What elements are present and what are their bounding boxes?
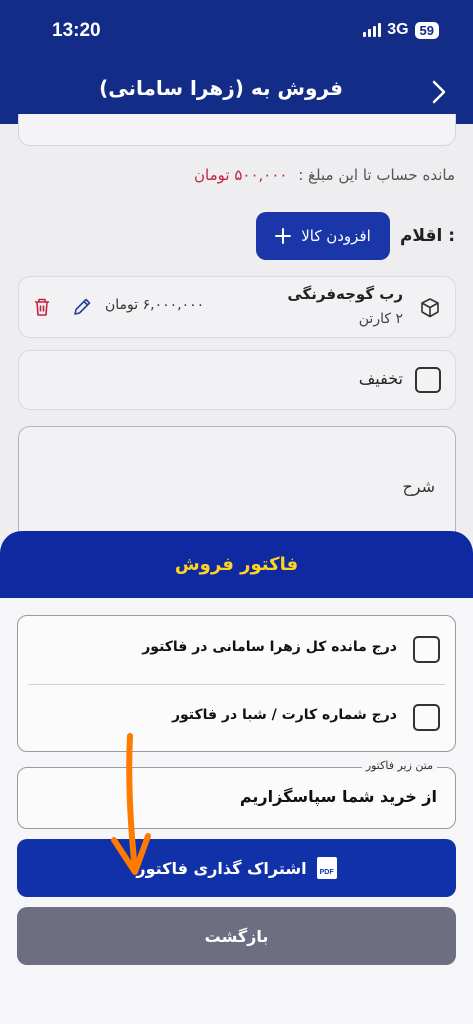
- invoice-options: درج مانده کل زهرا سامانی در فاکتور درج ش…: [17, 615, 456, 752]
- option-label: درج شماره کارت / شبا در فاکتور: [171, 707, 397, 723]
- page-title: فروش به (زهرا سامانی): [99, 76, 343, 100]
- discount-label: تخفیف: [358, 369, 403, 388]
- plus-icon: [275, 228, 292, 244]
- footer-text-field[interactable]: متن زیر فاکتور از خرید شما سپاسگزاریم: [17, 759, 456, 829]
- chevron-right-icon: [432, 80, 446, 104]
- signal-icon: [363, 23, 382, 37]
- share-invoice-button[interactable]: PDF اشتراک گذاری فاکتور: [17, 839, 456, 897]
- pdf-icon: PDF: [316, 857, 337, 879]
- product-quantity: ۲ کارتن: [358, 311, 403, 327]
- footer-text-value: از خرید شما سپاسگزاریم: [239, 787, 437, 806]
- return-label: بازگشت: [204, 926, 269, 946]
- box-icon: [421, 298, 439, 318]
- top-app-bar: 13:20 3G 59 فروش به (زهرا سامانی): [0, 0, 473, 124]
- option-include-balance[interactable]: درج مانده کل زهرا سامانی در فاکتور: [18, 616, 455, 684]
- pencil-icon[interactable]: [71, 296, 93, 318]
- return-button[interactable]: بازگشت: [17, 907, 456, 965]
- sheet-title: فاکتور فروش: [174, 554, 299, 575]
- remaining-label: مانده حساب تا این مبلغ :: [298, 166, 455, 184]
- battery-icon: 59: [414, 21, 439, 39]
- product-row[interactable]: رب گوجه‌فرنگی ۲ کارتن ۶,۰۰۰,۰۰۰ تومان: [18, 276, 456, 338]
- description-label: شرح: [402, 477, 435, 496]
- trash-icon[interactable]: [31, 296, 53, 318]
- customer-field[interactable]: [18, 114, 456, 146]
- screen: 13:20 3G 59 فروش به (زهرا سامانی) مانده …: [0, 0, 473, 1024]
- add-item-button[interactable]: افزودن کالا: [256, 212, 390, 260]
- remaining-amount: ۵۰۰,۰۰۰ تومان: [194, 166, 288, 184]
- option-label: درج مانده کل زهرا سامانی در فاکتور: [142, 639, 397, 655]
- include-card-checkbox[interactable]: [413, 704, 440, 731]
- option-include-card[interactable]: درج شماره کارت / شبا در فاکتور: [18, 684, 455, 752]
- product-price: ۶,۰۰۰,۰۰۰ تومان: [105, 297, 205, 313]
- discount-row[interactable]: تخفیف: [18, 350, 456, 410]
- sheet-header: فاکتور فروش: [0, 531, 473, 598]
- annotation-arrow-icon: [111, 733, 151, 875]
- product-name: رب گوجه‌فرنگی: [287, 285, 403, 303]
- network-type: 3G: [387, 21, 409, 38]
- invoice-bottom-sheet: فاکتور فروش درج مانده کل زهرا سامانی در …: [0, 531, 473, 1024]
- remaining-balance: مانده حساب تا این مبلغ : ۵۰۰,۰۰۰ تومان: [194, 166, 455, 184]
- add-item-label: افزودن کالا: [301, 227, 371, 245]
- items-label: اقلام :: [399, 226, 455, 246]
- sale-form: مانده حساب تا این مبلغ : ۵۰۰,۰۰۰ تومان ا…: [0, 114, 473, 566]
- footer-text-label: متن زیر فاکتور: [361, 759, 437, 772]
- include-balance-checkbox[interactable]: [413, 636, 440, 663]
- discount-checkbox[interactable]: [415, 367, 441, 393]
- status-time: 13:20: [52, 20, 101, 41]
- status-indicators: 3G 59: [363, 21, 439, 39]
- share-invoice-label: اشتراک گذاری فاکتور: [136, 858, 307, 878]
- back-button[interactable]: [427, 78, 451, 106]
